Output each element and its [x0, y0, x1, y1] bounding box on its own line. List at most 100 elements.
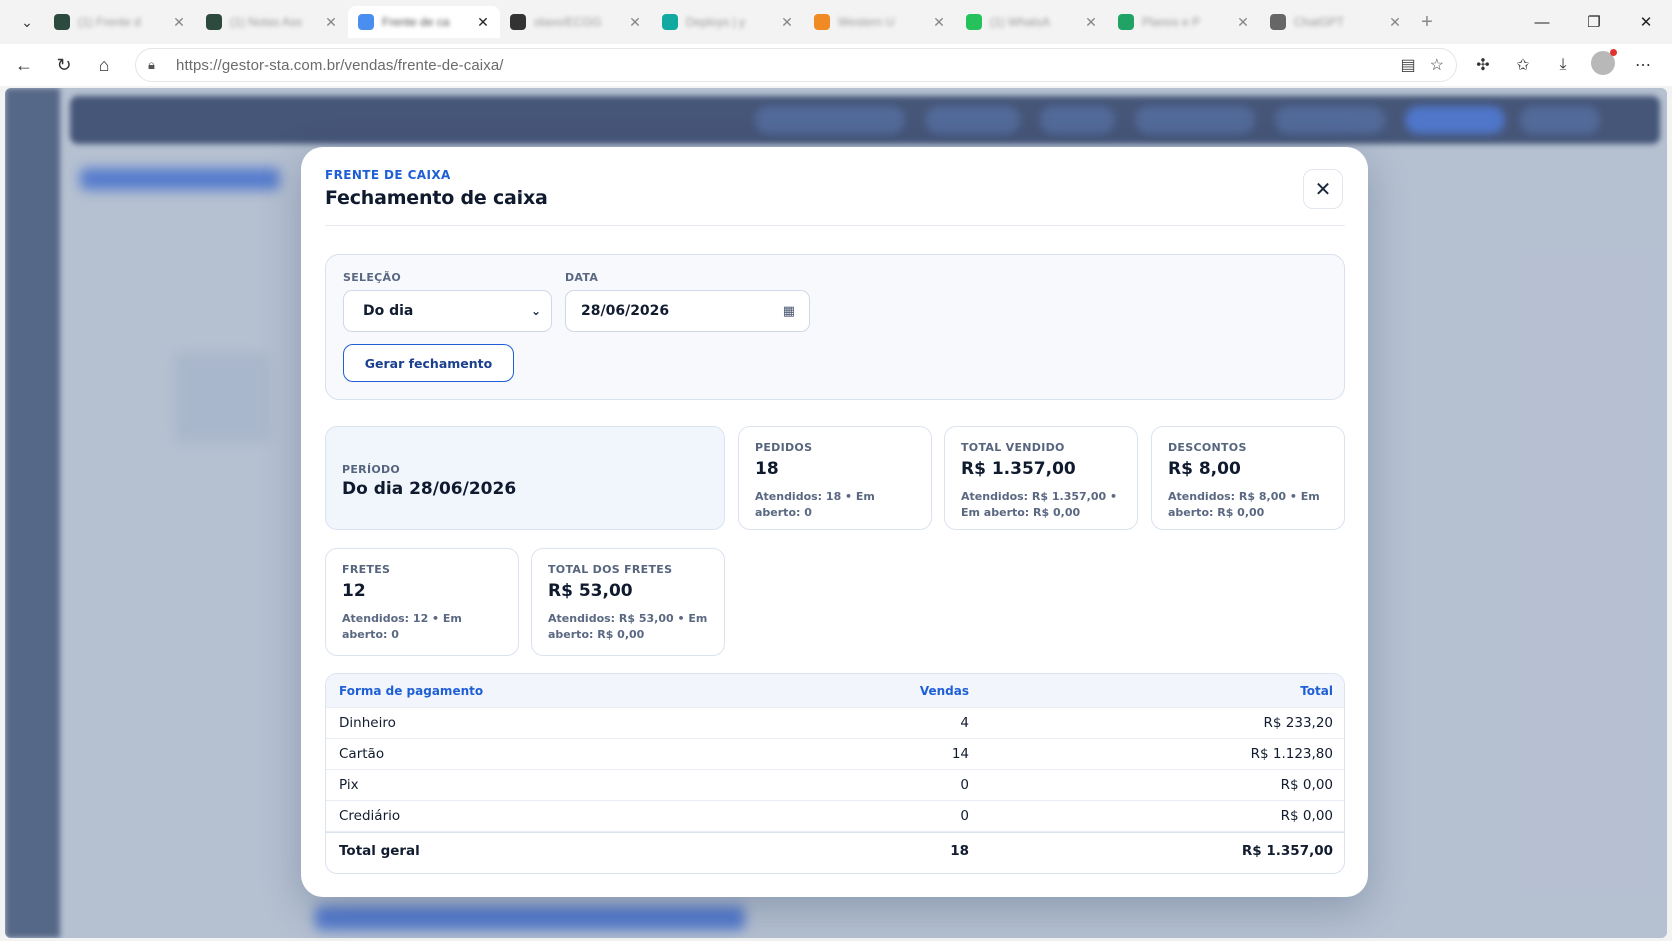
- tab-favicon-icon: [662, 14, 678, 30]
- address-bar[interactable]: 🔒︎ https://gestor-sta.com.br/vendas/fren…: [135, 48, 1457, 82]
- back-button[interactable]: ←: [4, 47, 44, 83]
- close-tab-icon[interactable]: ✕: [476, 14, 490, 31]
- sales-count-cell: 0: [960, 808, 969, 824]
- browser-tab[interactable]: ChatGPT ✕: [1260, 6, 1412, 38]
- close-tab-icon[interactable]: ✕: [324, 14, 338, 31]
- shipping-total-label: TOTAL DOS FRETES: [548, 563, 673, 576]
- shipping-detail: Atendidos: 12 • Em aberto: 0: [342, 612, 462, 641]
- total-sales-cell: 18: [950, 843, 969, 859]
- tab-favicon-icon: [510, 14, 526, 30]
- browser-tab[interactable]: (1) Notas Ass ✕: [196, 6, 348, 38]
- close-tab-icon[interactable]: ✕: [1236, 14, 1250, 31]
- tab-actions-menu-button[interactable]: ⌄: [10, 7, 44, 37]
- tab-favicon-icon: [54, 14, 70, 30]
- table-row: Dinheiro 4 R$ 233,20: [326, 708, 1344, 739]
- total-label-cell: Total geral: [339, 843, 420, 859]
- close-tab-icon[interactable]: ✕: [1084, 14, 1098, 31]
- favorites-icon[interactable]: ✩: [1503, 55, 1543, 75]
- reload-button[interactable]: ↻: [44, 47, 84, 83]
- payment-method-cell: Cartão: [339, 746, 385, 762]
- discounts-card: DESCONTOS R$ 8,00 Atendidos: R$ 8,00 • E…: [1151, 426, 1345, 530]
- shipping-total-card: TOTAL DOS FRETES R$ 53,00 Atendidos: R$ …: [531, 548, 725, 656]
- period-value: Do dia 28/06/2026: [342, 479, 517, 499]
- url-path: /vendas/frente-de-caixa/: [340, 56, 504, 74]
- total-cell: R$ 0,00: [1280, 808, 1333, 824]
- table-header: Forma de pagamento Vendas Total: [326, 674, 1344, 708]
- sales-count-cell: 14: [951, 746, 969, 762]
- minimize-button[interactable]: —: [1516, 0, 1568, 44]
- avatar: [1591, 48, 1617, 75]
- calendar-icon[interactable]: ▦: [783, 304, 795, 319]
- browser-tab[interactable]: Deploys | y ✕: [652, 6, 804, 38]
- total-cell: R$ 233,20: [1263, 715, 1334, 731]
- new-tab-button[interactable]: +: [1412, 11, 1442, 34]
- browser-extras: ✣ ✩ ⤓ ⋯: [1463, 44, 1663, 86]
- date-value: 28/06/2026: [581, 303, 670, 319]
- close-tab-icon[interactable]: ✕: [172, 14, 186, 31]
- tab-title: Western U: [838, 15, 895, 29]
- generate-closing-button[interactable]: Gerar fechamento: [343, 344, 514, 382]
- shipping-value: 12: [342, 581, 366, 601]
- browser-tab[interactable]: Planos e P ✕: [1108, 6, 1260, 38]
- total-sold-card: TOTAL VENDIDO R$ 1.357,00 Atendidos: R$ …: [944, 426, 1138, 530]
- profile-button[interactable]: [1583, 48, 1623, 80]
- date-label: DATA: [565, 271, 599, 284]
- tab-title: Frente de ca: [382, 15, 450, 29]
- browser-tab[interactable]: Western U ✕: [804, 6, 956, 38]
- browser-tab-bar: ⌄ (1) Frente d ✕ (1) Notas Ass ✕ Frente de c…: [0, 0, 1672, 44]
- extensions-icon[interactable]: ✣: [1463, 55, 1503, 75]
- total-sold-label: TOTAL VENDIDO: [961, 441, 1065, 454]
- tab-strip: (1) Frente d ✕ (1) Notas Ass ✕ Frente de ca ✕…: [44, 6, 1412, 38]
- total-cell: R$ 0,00: [1280, 777, 1333, 793]
- payment-methods-table: Forma de pagamento Vendas Total Dinheiro…: [325, 673, 1345, 874]
- close-window-button[interactable]: ✕: [1620, 0, 1672, 44]
- close-icon: ✕: [1314, 177, 1332, 201]
- home-button[interactable]: ⌂: [84, 47, 124, 83]
- reader-view-icon[interactable]: ▤: [1401, 55, 1416, 75]
- close-modal-button[interactable]: ✕: [1303, 169, 1343, 209]
- close-tab-icon[interactable]: ✕: [628, 14, 642, 31]
- close-tab-icon[interactable]: ✕: [932, 14, 946, 31]
- modal-kicker: FRENTE DE CAIXA: [325, 168, 451, 182]
- browser-tab[interactable]: (1) Frente d ✕: [44, 6, 196, 38]
- table-row: Crediário 0 R$ 0,00: [326, 801, 1344, 832]
- selection-label: SELEÇÃO: [343, 271, 401, 284]
- total-sold-value: R$ 1.357,00: [961, 459, 1076, 479]
- browser-tab[interactable]: (1) WhatsA ✕: [956, 6, 1108, 38]
- tab-title: (1) Frente d: [78, 15, 141, 29]
- close-tab-icon[interactable]: ✕: [780, 14, 794, 31]
- tab-favicon-icon: [358, 14, 374, 30]
- tab-favicon-icon: [966, 14, 982, 30]
- close-tab-icon[interactable]: ✕: [1388, 14, 1402, 31]
- discounts-value: R$ 8,00: [1168, 459, 1241, 479]
- orders-value: 18: [755, 459, 779, 479]
- table-row: Cartão 14 R$ 1.123,80: [326, 739, 1344, 770]
- url-text: https://gestor-sta.com.br/vendas/frente-…: [176, 57, 504, 74]
- tab-title: Deploys | y: [686, 15, 746, 29]
- tab-title: ChatGPT: [1294, 15, 1345, 29]
- downloads-icon[interactable]: ⤓: [1543, 56, 1583, 74]
- selection-value: Do dia: [363, 303, 414, 319]
- tab-favicon-icon: [1118, 14, 1134, 30]
- date-field[interactable]: 28/06/2026 ▦: [565, 290, 810, 332]
- header-total: Total: [1300, 683, 1333, 698]
- selection-dropdown[interactable]: Do dia ⌄: [343, 290, 552, 332]
- restore-button[interactable]: ❐: [1568, 0, 1620, 44]
- favorite-star-icon[interactable]: ☆: [1430, 55, 1444, 75]
- filter-panel: SELEÇÃO DATA Do dia ⌄ 28/06/2026 ▦ Gerar…: [325, 254, 1345, 400]
- period-label: PERÍODO: [342, 463, 401, 476]
- browser-tab[interactable]: Frente de ca ✕: [348, 6, 500, 38]
- tab-title: (1) WhatsA: [990, 15, 1051, 29]
- header-payment-method: Forma de pagamento: [339, 683, 484, 698]
- browser-tab[interactable]: olavo/ECGG ✕: [500, 6, 652, 38]
- shipping-card: FRETES 12 Atendidos: 12 • Em aberto: 0: [325, 548, 519, 656]
- discounts-detail: Atendidos: R$ 8,00 • Em aberto: R$ 0,00: [1168, 490, 1320, 519]
- table-total-row: Total geral 18 R$ 1.357,00: [326, 832, 1344, 869]
- chevron-down-icon: ⌄: [21, 13, 33, 30]
- cash-closing-modal: FRENTE DE CAIXA Fechamento de caixa ✕ SE…: [301, 147, 1368, 897]
- more-menu-icon[interactable]: ⋯: [1623, 55, 1663, 75]
- tab-favicon-icon: [206, 14, 222, 30]
- lock-icon: 🔒︎: [148, 57, 155, 72]
- sales-count-cell: 4: [960, 715, 969, 731]
- grand-total-cell: R$ 1.357,00: [1241, 843, 1333, 859]
